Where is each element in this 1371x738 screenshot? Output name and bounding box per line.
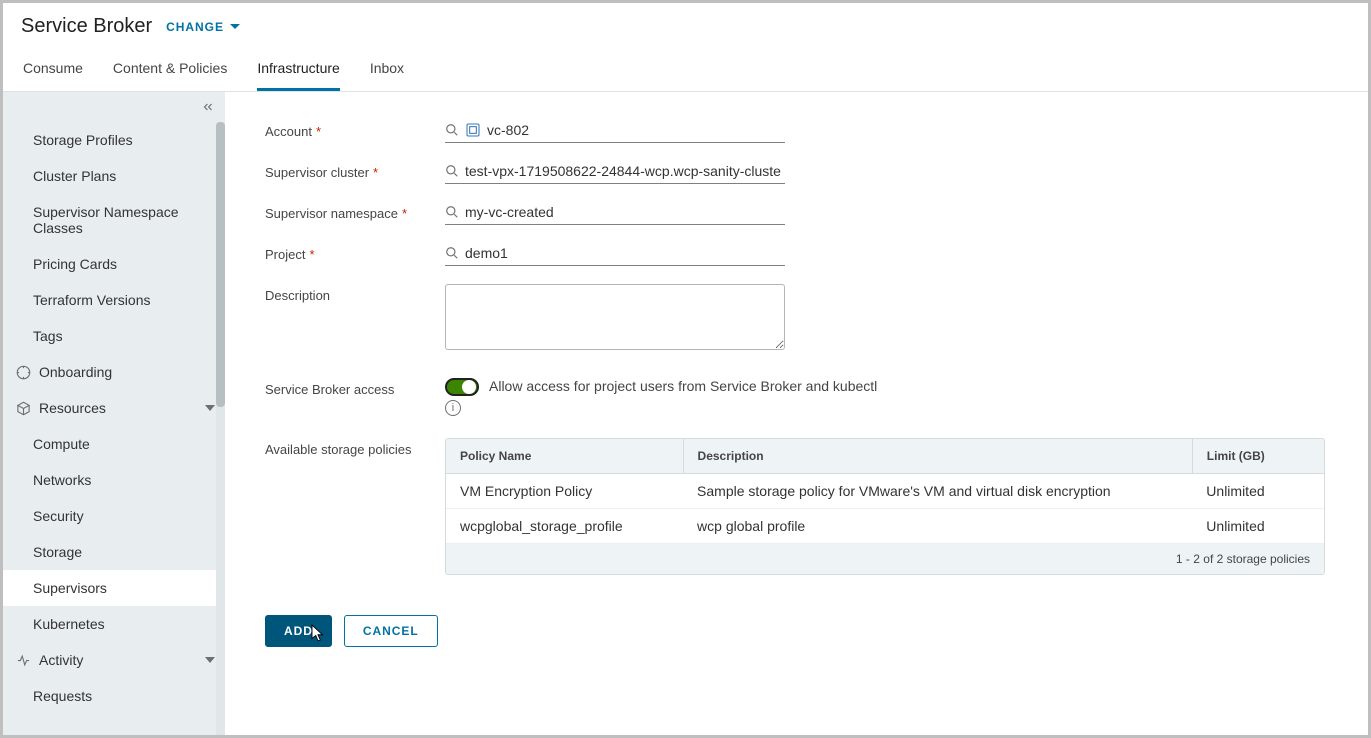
namespace-label: Supervisor namespace* [265,202,445,225]
account-input[interactable] [487,122,785,138]
table-header-description[interactable]: Description [683,439,1192,474]
project-lookup[interactable] [445,243,785,266]
search-icon [445,123,459,137]
sidebar-item-supervisor-namespace-classes[interactable]: Supervisor Namespace Classes [3,194,225,246]
cube-icon [15,400,31,416]
namespace-lookup[interactable] [445,202,785,225]
cell-limit: Unlimited [1192,474,1324,509]
cell-name: VM Encryption Policy [446,474,683,509]
cell-desc: Sample storage policy for VMware's VM an… [683,474,1192,509]
storage-policies-table: Policy Name Description Limit (GB) VM En… [445,438,1325,575]
sidebar-item-security[interactable]: Security [3,498,225,534]
access-description: Allow access for project users from Serv… [489,378,877,394]
sidebar-item-pricing-cards[interactable]: Pricing Cards [3,246,225,282]
namespace-input[interactable] [465,204,785,220]
sidebar-item-kubernetes[interactable]: Kubernetes [3,606,225,642]
add-button[interactable]: ADD [265,615,332,647]
table-header-name[interactable]: Policy Name [446,439,683,474]
cluster-input[interactable] [465,163,785,179]
sidebar-item-tags[interactable]: Tags [3,318,225,354]
sidebar-section-onboarding[interactable]: Onboarding [3,354,225,390]
sidebar-scrollbar-thumb[interactable] [216,122,225,407]
activity-icon [15,652,31,668]
sidebar-item-requests[interactable]: Requests [3,678,225,714]
top-tabs: Consume Content & Policies Infrastructur… [3,50,1368,92]
tab-infrastructure[interactable]: Infrastructure [257,50,339,91]
account-label: Account* [265,120,445,143]
description-textarea[interactable] [445,284,785,350]
table-label: Available storage policies [265,438,445,575]
main-content: Account* Supervisor cluster* Supervisor … [225,92,1368,735]
tab-content-policies[interactable]: Content & Policies [113,50,227,91]
sidebar-section-label: Activity [39,652,83,668]
sidebar-section-activity[interactable]: Activity [3,642,225,678]
chevron-down-icon [205,405,215,411]
tab-inbox[interactable]: Inbox [370,50,404,91]
sidebar-item-terraform-versions[interactable]: Terraform Versions [3,282,225,318]
sidebar: Storage Profiles Cluster Plans Superviso… [3,92,225,735]
sidebar-item-compute[interactable]: Compute [3,426,225,462]
sidebar-scrollbar[interactable] [216,122,225,735]
app-title: Service Broker [21,15,152,38]
search-icon [445,246,459,260]
access-toggle[interactable] [445,378,479,396]
sidebar-collapse-button[interactable] [3,92,225,122]
info-icon[interactable]: i [445,400,461,416]
access-label: Service Broker access [265,378,445,416]
sidebar-item-networks[interactable]: Networks [3,462,225,498]
project-label: Project* [265,243,445,266]
table-row[interactable]: VM Encryption PolicySample storage polic… [446,474,1324,509]
cell-name: wcpglobal_storage_profile [446,509,683,544]
tab-consume[interactable]: Consume [23,50,83,91]
cluster-label: Supervisor cluster* [265,161,445,184]
chevron-down-icon [205,657,215,663]
description-label: Description [265,284,445,350]
cell-limit: Unlimited [1192,509,1324,544]
sidebar-section-resources[interactable]: Resources [3,390,225,426]
sidebar-section-label: Resources [39,400,106,416]
cluster-lookup[interactable] [445,161,785,184]
cell-desc: wcp global profile [683,509,1192,544]
cancel-button[interactable]: CANCEL [344,615,438,647]
change-button[interactable]: CHANGE [166,20,240,34]
search-icon [445,205,459,219]
project-input[interactable] [465,245,785,261]
sidebar-item-supervisors[interactable]: Supervisors [3,570,225,606]
table-footer: 1 - 2 of 2 storage policies [446,544,1324,574]
account-lookup[interactable] [445,120,785,143]
sidebar-item-storage[interactable]: Storage [3,534,225,570]
sidebar-item-storage-profiles[interactable]: Storage Profiles [3,122,225,158]
table-row[interactable]: wcpglobal_storage_profilewcp global prof… [446,509,1324,544]
compass-icon [15,364,31,380]
sidebar-section-label: Onboarding [39,364,112,380]
chevron-down-icon [230,24,240,29]
table-header-limit[interactable]: Limit (GB) [1192,439,1324,474]
search-icon [445,164,459,178]
change-label: CHANGE [166,20,224,34]
double-chevron-left-icon [201,100,215,114]
sidebar-item-cluster-plans[interactable]: Cluster Plans [3,158,225,194]
vcenter-icon [465,122,481,138]
